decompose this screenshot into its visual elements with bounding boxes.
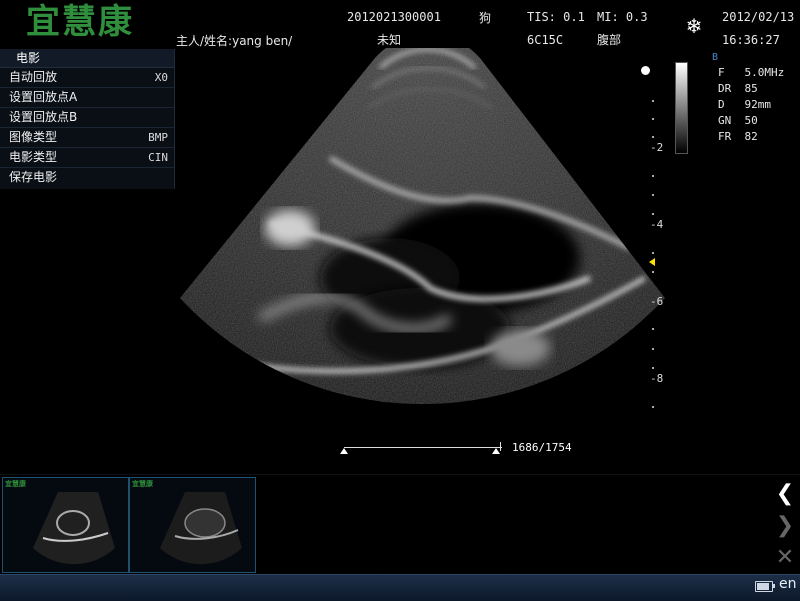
menu-item-set-point-a[interactable]: 设置回放点A	[0, 88, 174, 108]
depth-label-2: -2	[650, 141, 664, 154]
depth-label-8: -8	[650, 372, 664, 385]
species: 狗	[479, 11, 492, 25]
chevron-left-icon[interactable]: ❮	[772, 481, 798, 507]
menu-item-save-cine[interactable]: 保存电影	[0, 168, 174, 187]
cine-menu-title: 电影	[0, 49, 174, 68]
cine-position-marker[interactable]	[491, 448, 500, 454]
thumbnail-2[interactable]: 宜慧康	[129, 477, 256, 573]
menu-item-value: BMP	[148, 131, 168, 144]
cine-track[interactable]	[344, 447, 502, 448]
grayscale-bar	[675, 62, 688, 154]
menu-item-label: 图像类型	[9, 130, 58, 144]
orientation-marker	[641, 66, 650, 75]
menu-item-label: 电影类型	[9, 150, 58, 164]
close-icon[interactable]: ✕	[772, 545, 798, 571]
param-frequency: F 5.0MHz	[718, 66, 785, 79]
menu-item-cine-type[interactable]: 电影类型 CIN	[0, 148, 174, 168]
menu-item-label: 设置回放点B	[9, 110, 78, 124]
depth-label-6: -6	[650, 295, 664, 308]
brand-logo: 宜慧康	[26, 2, 134, 42]
exam-id: 2012021300001	[347, 10, 441, 24]
menu-item-label: 设置回放点A	[9, 90, 78, 104]
time: 16:36:27	[722, 33, 780, 47]
date: 2012/02/13	[722, 10, 795, 24]
snowflake-icon: ❄	[685, 14, 703, 38]
status-bar	[0, 574, 800, 601]
imaging-mode: B	[712, 52, 719, 63]
param-gain: GN 50	[718, 114, 758, 127]
menu-item-auto-replay[interactable]: 自动回放 X0	[0, 68, 174, 88]
cine-menu: 电影 自动回放 X0 设置回放点A 设置回放点B 图像类型 BMP 电影类型 C…	[0, 49, 175, 189]
menu-item-set-point-b[interactable]: 设置回放点B	[0, 108, 174, 128]
chevron-right-icon[interactable]: ❯	[772, 513, 798, 539]
exam-type: 腹部	[597, 33, 622, 47]
param-dynamic-range: DR 85	[718, 82, 758, 95]
language-indicator[interactable]: en	[779, 576, 797, 592]
param-depth: D 92mm	[718, 98, 771, 111]
tis-value: TIS: 0.1	[527, 10, 585, 24]
cine-frame-counter: 1686/1754	[512, 441, 572, 454]
depth-label-4: -4	[650, 218, 664, 231]
probe-name: 6C15C	[527, 33, 564, 47]
cine-start-marker[interactable]	[340, 448, 348, 454]
menu-item-value: CIN	[148, 151, 168, 164]
battery-icon	[755, 581, 775, 592]
patient-name: 主人/姓名:yang ben/	[176, 34, 293, 48]
thumbnail-strip: 宜慧康 宜慧康 ❮ ❯ ✕	[0, 474, 800, 575]
menu-item-label: 自动回放	[9, 70, 58, 84]
cine-end-marker	[500, 442, 501, 451]
menu-item-value: X0	[154, 71, 168, 84]
patient-sex: 未知	[377, 33, 402, 47]
top-header: 宜慧康 2012021300001 狗 TIS: 0.1 MI: 0.3 201…	[0, 0, 800, 48]
focus-marker[interactable]	[649, 258, 655, 266]
menu-item-image-type[interactable]: 图像类型 BMP	[0, 128, 174, 148]
thumbnail-1[interactable]: 宜慧康	[2, 477, 129, 573]
menu-item-label: 保存电影	[9, 170, 58, 184]
thumbnail-image	[33, 492, 115, 565]
mi-value: MI: 0.3	[597, 10, 648, 24]
param-frame-rate: FR 82	[718, 130, 758, 143]
thumbnail-image	[160, 492, 242, 565]
